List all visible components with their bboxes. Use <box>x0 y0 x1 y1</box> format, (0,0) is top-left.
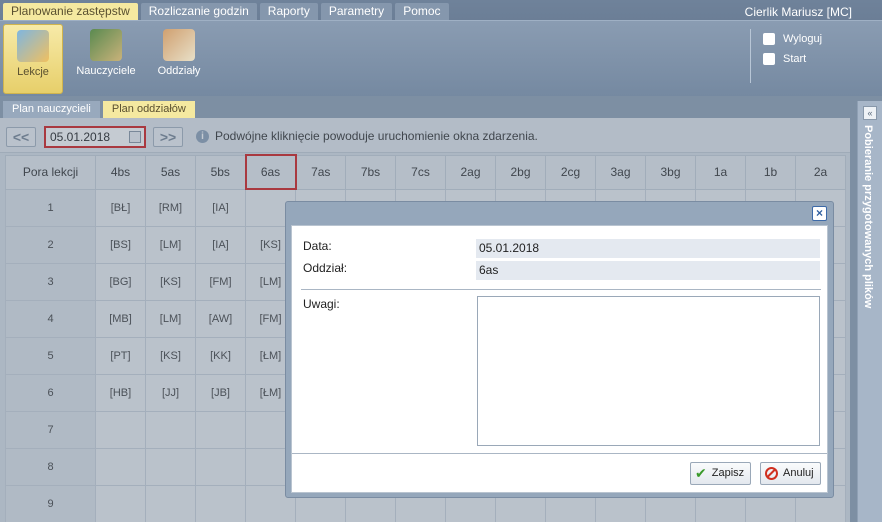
cancel-icon <box>765 467 778 480</box>
checkmark-icon: ✔ <box>695 465 707 481</box>
date-label: Data: <box>303 239 332 253</box>
start-label: Start <box>783 53 807 65</box>
notes-label: Uwagi: <box>303 297 340 311</box>
event-dialog: × Data: 05.01.2018 Oddział: 6as Uwagi: ✔… <box>285 201 834 498</box>
class-icon <box>163 29 195 61</box>
tab-plan-nauczycieli[interactable]: Plan nauczycieli <box>3 101 100 118</box>
tab-plan-oddzialow[interactable]: Plan oddziałów <box>102 101 195 118</box>
oddzialy-label: Oddziały <box>157 65 201 77</box>
account-links: Wyloguj Start <box>750 29 822 83</box>
menu-tab-raporty[interactable]: Raporty <box>259 3 318 20</box>
start-link[interactable]: Start <box>763 49 822 69</box>
nauczyciele-button[interactable]: Nauczyciele <box>72 24 140 94</box>
menu-tab-planowanie[interactable]: Planowanie zastępstw <box>3 3 138 20</box>
teacher-icon <box>90 29 122 61</box>
save-label: Zapisz <box>711 467 745 479</box>
lock-icon <box>763 33 775 45</box>
save-button[interactable]: ✔ Zapisz <box>690 462 752 485</box>
class-label: Oddział: <box>303 261 348 275</box>
lessons-icon <box>17 30 49 62</box>
class-field: 6as <box>476 261 820 280</box>
collapse-icon[interactable]: « <box>863 106 877 120</box>
logout-link[interactable]: Wyloguj <box>763 29 822 49</box>
home-icon <box>763 53 775 65</box>
menu-tab-pomoc[interactable]: Pomoc <box>395 3 449 20</box>
user-name: Cierlik Mariusz [MC] <box>744 5 852 19</box>
files-side-panel: « Pobieranie przygotowanych plików <box>857 101 882 522</box>
ribbon: Lekcje Nauczyciele Oddziały Wyloguj Star… <box>0 20 882 96</box>
footer-separator <box>292 453 827 454</box>
side-panel-title[interactable]: Pobieranie przygotowanych plików <box>862 125 874 308</box>
close-icon[interactable]: × <box>812 206 827 221</box>
separator <box>301 289 821 290</box>
dialog-header: × <box>286 202 833 225</box>
dialog-body: Data: 05.01.2018 Oddział: 6as Uwagi: ✔ Z… <box>291 225 828 493</box>
cancel-button[interactable]: Anuluj <box>760 462 821 485</box>
menu-tab-rozliczanie[interactable]: Rozliczanie godzin <box>140 3 257 20</box>
lekcje-button[interactable]: Lekcje <box>3 24 63 94</box>
cancel-label: Anuluj <box>783 467 814 479</box>
logout-label: Wyloguj <box>783 33 823 45</box>
nauczyciele-label: Nauczyciele <box>76 65 136 77</box>
notes-textarea[interactable] <box>477 296 820 446</box>
oddzialy-button[interactable]: Oddziały <box>152 24 206 94</box>
plan-tabs: Plan nauczycieli Plan oddziałów <box>3 101 195 118</box>
lekcje-label: Lekcje <box>17 66 49 78</box>
main-menu: Planowanie zastępstw Rozliczanie godzin … <box>3 3 449 20</box>
menu-tab-parametry[interactable]: Parametry <box>320 3 393 20</box>
date-field: 05.01.2018 <box>476 239 820 258</box>
